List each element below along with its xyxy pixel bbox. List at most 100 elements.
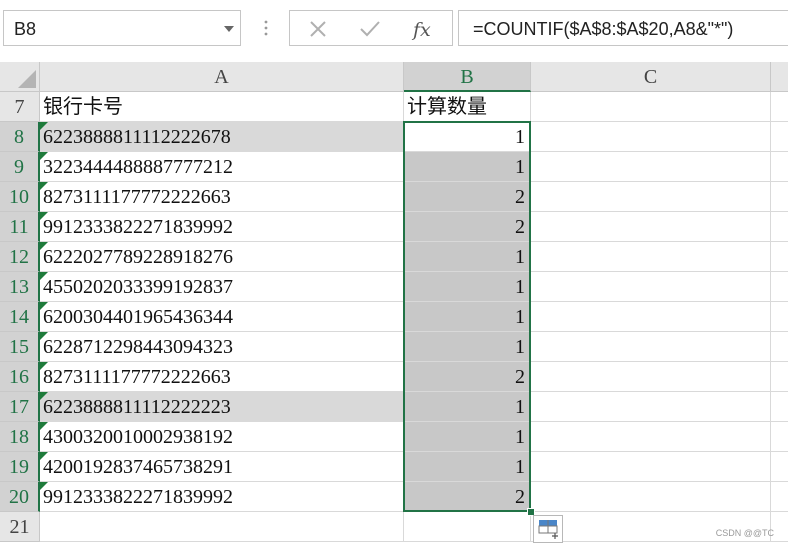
cell-b16[interactable]: 2 xyxy=(404,362,531,392)
select-all-corner[interactable] xyxy=(0,62,40,92)
cell-a16[interactable]: 8273111177772222663 xyxy=(40,362,404,392)
cell-c8[interactable] xyxy=(531,122,771,152)
row-header-17[interactable]: 17 xyxy=(0,392,40,422)
cell-b18[interactable]: 1 xyxy=(404,422,531,452)
cell-d17[interactable] xyxy=(771,392,788,422)
row-header-8[interactable]: 8 xyxy=(0,122,40,152)
cell-c15[interactable] xyxy=(531,332,771,362)
cell-a21[interactable] xyxy=(40,512,404,542)
cell-d16[interactable] xyxy=(771,362,788,392)
cell-a19[interactable]: 4200192837465738291 xyxy=(40,452,404,482)
cell-a19-text: 4200192837465738291 xyxy=(43,456,233,478)
column-header-b[interactable]: B xyxy=(404,62,531,92)
cell-a9[interactable]: 3223444488887777212 xyxy=(40,152,404,182)
error-indicator-icon xyxy=(40,482,48,490)
cell-c10[interactable] xyxy=(531,182,771,212)
cell-c12[interactable] xyxy=(531,242,771,272)
formula-input[interactable]: =COUNTIF($A$8:$A$20,A8&"*") xyxy=(458,10,788,46)
cell-a20-text: 9912333822271839992 xyxy=(43,486,233,508)
row-header-21[interactable]: 21 xyxy=(0,512,40,542)
column-header-d[interactable] xyxy=(771,62,788,92)
cell-a14[interactable]: 6200304401965436344 xyxy=(40,302,404,332)
formula-text[interactable]: =COUNTIF($A$8:$A$20,A8&"*") xyxy=(473,19,733,40)
cell-d10[interactable] xyxy=(771,182,788,212)
cancel-icon[interactable] xyxy=(304,16,332,42)
cell-b17[interactable]: 1 xyxy=(404,392,531,422)
cell-b13[interactable]: 1 xyxy=(404,272,531,302)
cell-a10[interactable]: 8273111177772222663 xyxy=(40,182,404,212)
cell-c9[interactable] xyxy=(531,152,771,182)
cell-c17[interactable] xyxy=(531,392,771,422)
cell-d15[interactable] xyxy=(771,332,788,362)
row-header-16[interactable]: 16 xyxy=(0,362,40,392)
row-header-20[interactable]: 20 xyxy=(0,482,40,512)
cell-d7[interactable] xyxy=(771,92,788,122)
chevron-down-icon[interactable] xyxy=(224,26,234,32)
cell-a11[interactable]: 9912333822271839992 xyxy=(40,212,404,242)
cell-c7[interactable] xyxy=(531,92,771,122)
cell-a17[interactable]: 6223888811112222223 xyxy=(40,392,404,422)
cell-a20[interactable]: 9912333822271839992 xyxy=(40,482,404,512)
cell-b14[interactable]: 1 xyxy=(404,302,531,332)
quick-analysis-button[interactable] xyxy=(533,515,563,543)
cell-a16-text: 8273111177772222663 xyxy=(43,366,231,388)
row-header-7[interactable]: 7 xyxy=(0,92,40,122)
error-indicator-icon xyxy=(40,302,48,310)
cell-b19[interactable]: 1 xyxy=(404,452,531,482)
column-header-c[interactable]: C xyxy=(531,62,771,92)
name-box[interactable]: B8 xyxy=(3,10,241,46)
cell-b8[interactable]: 1 xyxy=(404,122,531,152)
cell-d19[interactable] xyxy=(771,452,788,482)
row-header-11[interactable]: 11 xyxy=(0,212,40,242)
cell-c11[interactable] xyxy=(531,212,771,242)
more-options-icon[interactable] xyxy=(258,18,274,38)
cell-b21[interactable] xyxy=(404,512,531,542)
cell-c20[interactable] xyxy=(531,482,771,512)
insert-function-icon[interactable]: fx xyxy=(410,16,438,42)
cell-b12[interactable]: 1 xyxy=(404,242,531,272)
row-header-12[interactable]: 12 xyxy=(0,242,40,272)
row-header-15[interactable]: 15 xyxy=(0,332,40,362)
select-all-triangle-icon[interactable] xyxy=(0,62,38,90)
cell-d20[interactable] xyxy=(771,482,788,512)
cell-c18[interactable] xyxy=(531,422,771,452)
cell-c13[interactable] xyxy=(531,272,771,302)
cell-a13[interactable]: 4550202033399192837 xyxy=(40,272,404,302)
cell-b10[interactable]: 2 xyxy=(404,182,531,212)
error-indicator-icon xyxy=(40,362,48,370)
cell-a12[interactable]: 6222027789228918276 xyxy=(40,242,404,272)
cell-b7[interactable]: 计算数量 xyxy=(404,92,531,122)
enter-check-icon[interactable] xyxy=(356,16,384,42)
cell-c14[interactable] xyxy=(531,302,771,332)
quick-analysis-icon[interactable] xyxy=(534,516,562,542)
cell-b11[interactable]: 2 xyxy=(404,212,531,242)
cell-a7-text: 银行卡号 xyxy=(43,96,123,118)
row-header-18[interactable]: 18 xyxy=(0,422,40,452)
row-header-13[interactable]: 13 xyxy=(0,272,40,302)
cell-d9[interactable] xyxy=(771,152,788,182)
row-header-14[interactable]: 14 xyxy=(0,302,40,332)
cell-a18[interactable]: 4300320010002938192 xyxy=(40,422,404,452)
cell-a12-text: 6222027789228918276 xyxy=(43,246,233,268)
cell-a15[interactable]: 6228712298443094323 xyxy=(40,332,404,362)
cell-d18[interactable] xyxy=(771,422,788,452)
cell-b9[interactable]: 1 xyxy=(404,152,531,182)
formula-toolbar: B8 fx =COUNTIF($A$8:$A$20,A8&"*") xyxy=(0,0,788,62)
cell-d8[interactable] xyxy=(771,122,788,152)
cell-d14[interactable] xyxy=(771,302,788,332)
cell-a7[interactable]: 银行卡号 xyxy=(40,92,404,122)
cell-b15[interactable]: 1 xyxy=(404,332,531,362)
cell-b20[interactable]: 2 xyxy=(404,482,531,512)
row-header-9[interactable]: 9 xyxy=(0,152,40,182)
row-header-19[interactable]: 19 xyxy=(0,452,40,482)
error-indicator-icon xyxy=(40,122,48,130)
cell-d13[interactable] xyxy=(771,272,788,302)
cell-c16[interactable] xyxy=(531,362,771,392)
cell-d12[interactable] xyxy=(771,242,788,272)
cell-a8[interactable]: 6223888811112222678 xyxy=(40,122,404,152)
cell-d11[interactable] xyxy=(771,212,788,242)
cell-c19[interactable] xyxy=(531,452,771,482)
column-header-a[interactable]: A xyxy=(40,62,404,92)
name-box-value[interactable]: B8 xyxy=(14,19,36,40)
row-header-10[interactable]: 10 xyxy=(0,182,40,212)
